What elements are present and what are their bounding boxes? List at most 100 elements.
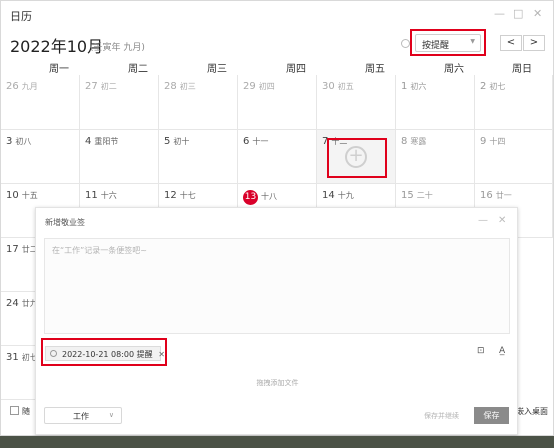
day-label: 15 二十 — [401, 190, 433, 201]
day-number: 16 — [480, 190, 493, 201]
next-month-button[interactable]: > — [523, 35, 545, 51]
desktop-strip — [0, 436, 554, 448]
lunar-day: 初五 — [337, 82, 354, 91]
day-number: 28 — [164, 81, 177, 92]
calendar-day-cell[interactable]: 6 十一 — [238, 130, 317, 184]
maximize-icon[interactable]: □ — [513, 7, 523, 20]
lunar-day: 十六 — [100, 191, 117, 200]
day-label: 24 廿九 — [6, 298, 38, 309]
calendar-day-cell[interactable]: 1 初六 — [396, 75, 475, 130]
calendar-day-cell[interactable]: 26 九月 — [1, 75, 80, 130]
calendar-day-cell[interactable]: 2 初七 — [475, 75, 553, 130]
lunar-day: 十七 — [179, 191, 196, 200]
lunar-day: 廿一 — [495, 191, 512, 200]
day-label: 13 十八 — [243, 190, 277, 205]
day-number: 31 — [6, 352, 19, 363]
embed-desktop-label[interactable]: 嵌入桌面 — [516, 406, 548, 417]
day-label: 3 初八 — [6, 136, 31, 147]
checkbox[interactable] — [10, 406, 19, 415]
lunar-day: 初四 — [258, 82, 275, 91]
lunar-day: 十九 — [337, 191, 354, 200]
lunar-day: 十一 — [252, 137, 269, 146]
minimize-icon[interactable]: — — [478, 215, 488, 226]
day-label: 28 初三 — [164, 81, 196, 92]
calendar-day-cell[interactable]: 28 初三 — [159, 75, 238, 130]
save-button[interactable]: 保存 — [474, 407, 509, 424]
day-number: 10 — [6, 190, 19, 201]
font-style-icon[interactable]: A̲ — [499, 346, 505, 356]
weekday-label: 周五 — [365, 64, 385, 75]
lunar-day: 初七 — [489, 82, 506, 91]
save-continue-button[interactable]: 保存并继续 — [424, 411, 459, 421]
note-text-area[interactable]: 在“工作”记录一条便签吧~ — [44, 238, 510, 334]
lunar-day: 初六 — [410, 82, 427, 91]
day-number: 11 — [85, 190, 98, 201]
day-label: 17 廿二 — [6, 244, 38, 255]
lunar-day: 十四 — [489, 137, 506, 146]
attachment-icon[interactable]: ⊡ — [477, 346, 485, 356]
day-number: 1 — [401, 81, 408, 92]
day-label: 31 初七 — [6, 352, 38, 363]
new-note-dialog: 新增敬业签 — ✕ 在“工作”记录一条便签吧~ 2022-10-21 08:00… — [35, 207, 518, 435]
day-label: 5 初十 — [164, 136, 189, 147]
title-bar: 日历 — □ ✕ — [1, 1, 553, 29]
calendar-day-cell[interactable]: 8 寒露 — [396, 130, 475, 184]
day-label: 4 重阳节 — [85, 136, 118, 147]
day-number: 14 — [322, 190, 335, 201]
calendar-day-cell[interactable]: 3 初八 — [1, 130, 80, 184]
day-number: 15 — [401, 190, 414, 201]
chevron-down-icon: ∨ — [108, 411, 114, 419]
lunar-day: 二十 — [416, 191, 433, 200]
day-label: 2 初七 — [480, 81, 505, 92]
checkbox-label: 随 — [22, 407, 30, 416]
day-number: 30 — [322, 81, 335, 92]
weekday-label: 周二 — [128, 64, 148, 75]
day-number: 4 — [85, 136, 92, 147]
calendar-window: 日历 — □ ✕ 2022年10月 (壬寅年 九月) 按提醒 ▼ < > 周一 … — [0, 0, 554, 436]
highlight-box — [41, 338, 167, 366]
highlight-box — [410, 29, 486, 56]
calendar-day-cell[interactable]: 29 初四 — [238, 75, 317, 130]
day-number: 13 — [243, 190, 258, 205]
day-number: 6 — [243, 136, 250, 147]
close-icon[interactable]: ✕ — [498, 215, 506, 226]
lunar-day: 九月 — [21, 82, 38, 91]
day-number: 2 — [480, 81, 487, 92]
day-number: 5 — [164, 136, 171, 147]
day-number: 26 — [6, 81, 19, 92]
lunar-day: 重阳节 — [94, 137, 119, 146]
calendar-day-cell[interactable]: 5 初十 — [159, 130, 238, 184]
day-number: 29 — [243, 81, 256, 92]
weekday-label: 周日 — [512, 64, 532, 75]
lunar-year: (壬寅年 九月) — [90, 43, 145, 53]
window-title: 日历 — [10, 10, 32, 23]
weekday-label: 周一 — [49, 64, 69, 75]
weekday-label: 周三 — [207, 64, 227, 75]
day-label: 12 十七 — [164, 190, 196, 201]
calendar-day-cell[interactable]: 9 十四 — [475, 130, 553, 184]
clock-icon — [401, 39, 410, 48]
minimize-icon[interactable]: — — [494, 7, 505, 20]
day-label: 14 十九 — [322, 190, 354, 201]
calendar-day-cell[interactable]: 4 重阳节 — [80, 130, 159, 184]
day-number: 27 — [85, 81, 98, 92]
calendar-day-cell[interactable]: 30 初五 — [317, 75, 396, 130]
prev-month-button[interactable]: < — [500, 35, 522, 51]
day-number: 12 — [164, 190, 177, 201]
dialog-title: 新增敬业签 — [45, 218, 85, 227]
calendar-day-cell[interactable]: 27 初二 — [80, 75, 159, 130]
day-label: 6 十一 — [243, 136, 268, 147]
day-label: 16 廿一 — [480, 190, 512, 201]
day-number: 3 — [6, 136, 13, 147]
weekday-header: 周一 周二 周三 周四 周五 周六 周日 — [1, 59, 553, 75]
lunar-day: 初八 — [15, 137, 32, 146]
close-icon[interactable]: ✕ — [533, 7, 542, 20]
day-label: 11 十六 — [85, 190, 117, 201]
day-label: 29 初四 — [243, 81, 275, 92]
drag-file-hint: 拖拽添加文件 — [256, 379, 299, 387]
category-select[interactable]: 工作 ∨ — [44, 407, 122, 424]
day-label: 10 十五 — [6, 190, 38, 201]
weekday-label: 周六 — [444, 64, 464, 75]
add-note-icon[interactable]: + — [345, 146, 367, 168]
lunar-day: 十五 — [21, 191, 38, 200]
